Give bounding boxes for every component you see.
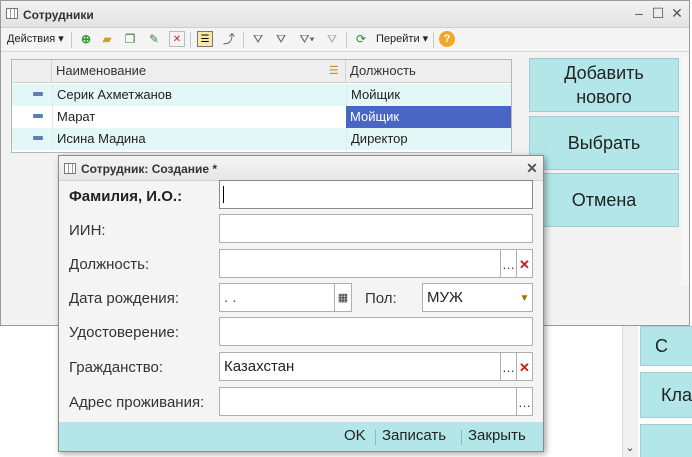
gender-dropdown-icon[interactable]: ▼ [517, 283, 533, 312]
add-new-button[interactable]: Добавить нового [529, 58, 679, 112]
dialog-close-icon[interactable]: ✕ [524, 160, 540, 176]
filter-icon[interactable]: ⛛ [250, 31, 266, 47]
actions-menu-label: Действия [7, 33, 56, 45]
background-scrollbar[interactable] [622, 326, 638, 457]
id-document-input[interactable] [219, 317, 533, 346]
dialog-app-icon [64, 163, 76, 174]
copy-icon[interactable]: ❐ [122, 31, 138, 47]
birthdate-input[interactable]: . . [219, 283, 335, 312]
table-row[interactable]: Марат Мойщик [12, 106, 511, 128]
filter-dropdown-icon[interactable]: ⛛▾ [295, 31, 319, 47]
toolbar-separator [346, 32, 347, 48]
cell-name: Исина Мадина [52, 128, 346, 150]
citizenship-clear-icon[interactable]: ✕ [517, 352, 533, 381]
fio-input[interactable] [219, 180, 533, 209]
position-label: Должность: [69, 256, 150, 273]
filter-value-icon[interactable]: ⛛ [273, 31, 289, 47]
calendar-icon[interactable]: ▦ [335, 283, 352, 312]
citizenship-select-icon[interactable]: … [501, 352, 517, 381]
window-title: Сотрудники [23, 8, 94, 22]
text-cursor [223, 186, 224, 203]
header-marker-column [12, 60, 52, 82]
cell-name: Марат [52, 106, 346, 128]
select-button[interactable]: Выбрать [529, 116, 679, 170]
position-input[interactable] [219, 249, 501, 278]
address-select-icon[interactable]: … [517, 387, 533, 416]
edit-icon[interactable]: ✎ [146, 31, 162, 47]
iin-input[interactable] [219, 214, 533, 243]
clear-filter-icon[interactable]: ⛛ [324, 31, 340, 47]
background-button-2[interactable]: Кла [640, 372, 692, 418]
dialog-title: Сотрудник: Создание * [81, 162, 218, 176]
address-input[interactable] [219, 387, 517, 416]
dialog-footer: OK Записать Закрыть [59, 422, 543, 451]
actions-menu[interactable]: Действия ▾ [7, 32, 64, 45]
background-button-1-label: С [655, 336, 668, 356]
background-button-1[interactable]: С [640, 326, 692, 366]
background-button-2-label: Кла [661, 385, 692, 405]
window-app-icon [6, 8, 18, 19]
footer-separator [461, 430, 462, 445]
table-row[interactable]: Серик Ахметжанов Мойщик [12, 84, 511, 106]
maximize-icon[interactable]: ☐ [650, 5, 666, 21]
cell-position: Мойщик [346, 84, 511, 106]
minimize-icon[interactable]: – [631, 5, 647, 21]
toolbar-separator [190, 32, 191, 48]
employees-table: Наименование ☰ Должность Серик Ахметжано… [11, 59, 512, 153]
add-new-button-label: Добавить нового [564, 63, 644, 107]
row-marker-icon [33, 92, 43, 96]
main-scrollbar[interactable] [681, 56, 689, 286]
toolbar-separator [243, 32, 244, 48]
close-icon[interactable]: ✕ [669, 5, 685, 21]
citizenship-input[interactable]: Казахстан [219, 352, 501, 381]
iin-label: ИИН: [69, 222, 106, 239]
cell-position: Директор [346, 128, 511, 150]
position-clear-icon[interactable]: ✕ [517, 249, 533, 278]
table-row[interactable]: Исина Мадина Директор [12, 128, 511, 150]
cancel-button[interactable]: Отмена [529, 173, 679, 227]
ok-button[interactable]: OK [344, 427, 366, 444]
add-folder-icon[interactable]: ▰ [99, 31, 115, 47]
level-up-icon[interactable]: ⤴ [221, 31, 237, 47]
scroll-down-icon[interactable]: ⌄ [622, 441, 638, 457]
table-header: Наименование ☰ Должность [12, 60, 511, 83]
select-button-label: Выбрать [567, 133, 641, 153]
position-select-icon[interactable]: … [501, 249, 517, 278]
column-header-name[interactable]: Наименование [52, 60, 346, 82]
goto-menu[interactable]: Перейти ▾ [376, 32, 428, 45]
background-button-3[interactable] [640, 424, 692, 457]
toolbar: Действия ▾ ⊕ ▰ ❐ ✎ ✕ ☰ ⤴ ⛛ ⛛ ⛛▾ ⛛ ⟳ Пере… [1, 28, 689, 52]
birthdate-label: Дата рождения: [69, 290, 179, 307]
column-header-position[interactable]: Должность [346, 60, 511, 82]
footer-separator [375, 430, 376, 445]
cancel-button-label: Отмена [571, 190, 637, 210]
citizenship-label: Гражданство: [69, 359, 164, 376]
refresh-icon[interactable]: ⟳ [353, 31, 369, 47]
toolbar-separator [71, 32, 72, 48]
cell-name: Серик Ахметжанов [52, 84, 346, 106]
toolbar-separator [433, 32, 434, 48]
employee-create-dialog: Сотрудник: Создание * ✕ Фамилия, И.О.: И… [58, 155, 544, 452]
close-button[interactable]: Закрыть [468, 427, 526, 444]
cell-position-selected: Мойщик [346, 106, 511, 128]
save-button[interactable]: Записать [382, 427, 446, 444]
row-marker-icon [33, 114, 43, 118]
address-label: Адрес проживания: [69, 394, 205, 411]
gender-label: Пол: [365, 290, 397, 307]
id-document-label: Удостоверение: [69, 324, 179, 341]
help-icon[interactable]: ? [439, 31, 455, 47]
hierarchy-icon[interactable]: ☰ [197, 31, 213, 47]
add-icon[interactable]: ⊕ [78, 31, 94, 47]
dialog-titlebar: Сотрудник: Создание * ✕ [59, 156, 543, 181]
fio-label: Фамилия, И.О.: [69, 188, 183, 205]
sort-filter-icon[interactable]: ☰ [329, 64, 339, 77]
gender-select[interactable]: МУЖ [422, 283, 518, 312]
row-marker-icon [33, 136, 43, 140]
goto-menu-label: Перейти [376, 33, 420, 45]
delete-icon[interactable]: ✕ [169, 31, 185, 47]
window-titlebar: Сотрудники – ☐ ✕ [1, 1, 689, 28]
